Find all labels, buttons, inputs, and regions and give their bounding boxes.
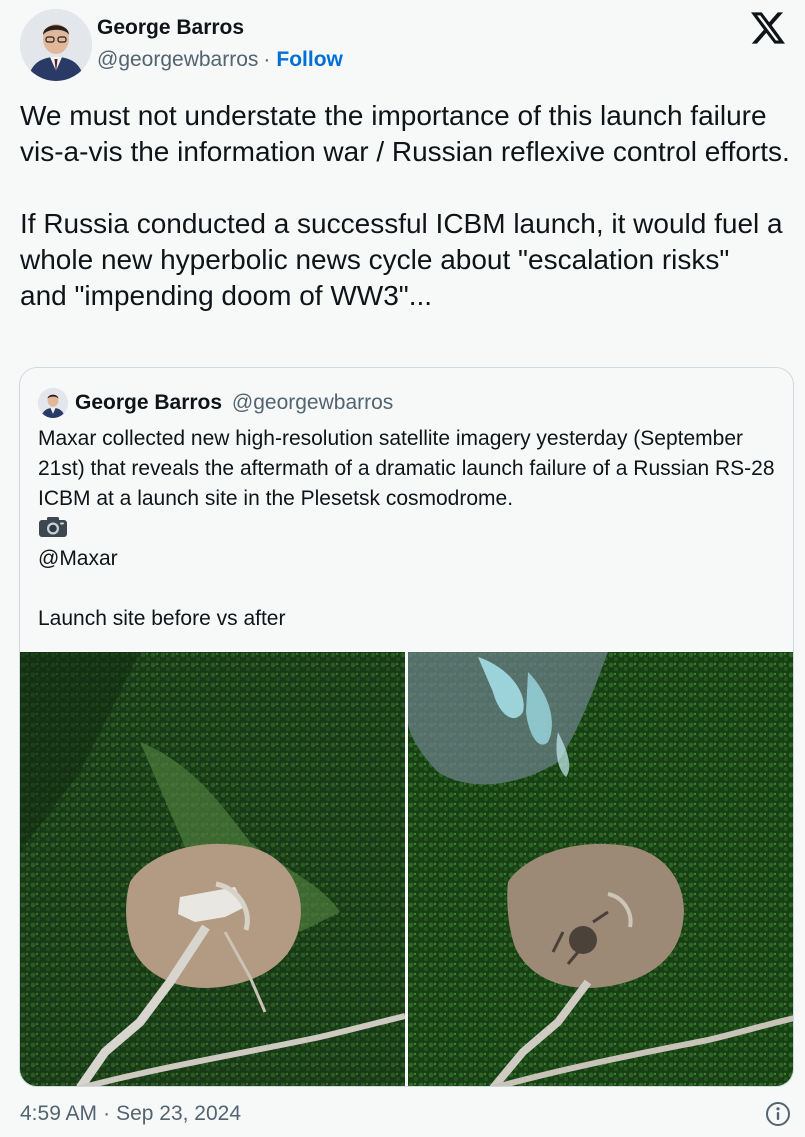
tweet-text: We must not understate the importance of… [20, 100, 790, 311]
tweet-time: 4:59 AM [20, 1102, 98, 1125]
quoted-author-avatar [38, 388, 68, 418]
info-icon[interactable] [765, 1101, 791, 1127]
camera-icon [38, 516, 68, 538]
author-display-name[interactable]: George Barros [97, 16, 343, 40]
quoted-media [20, 652, 793, 1086]
satellite-image-after[interactable] [408, 652, 793, 1086]
tweet-header: George Barros @georgewbarros · Follow [20, 8, 785, 81]
author-handle[interactable]: @georgewbarros [97, 48, 258, 71]
quoted-text-caption: Launch site before vs after [38, 607, 286, 630]
quoted-author-info: George Barros @georgewbarros [75, 389, 393, 417]
follow-button[interactable]: Follow [276, 48, 343, 71]
timestamp-separator: · [103, 1102, 111, 1125]
quoted-text-main: Maxar collected new high-resolution sate… [38, 427, 781, 510]
separator-dot: · [263, 48, 271, 71]
author-info: George Barros @georgewbarros · Follow [97, 16, 343, 74]
tweet-embed: George Barros @georgewbarros · Follow We m… [0, 0, 805, 1137]
satellite-image-before[interactable] [20, 652, 405, 1086]
tweet-timestamp[interactable]: 4:59 AM · Sep 23, 2024 [20, 1100, 241, 1128]
quoted-author-handle: @georgewbarros [231, 391, 394, 414]
author-handle-row: @georgewbarros · Follow [97, 46, 343, 74]
author-avatar[interactable] [20, 9, 92, 81]
quoted-author-name: George Barros [75, 391, 223, 414]
tweet-date: Sep 23, 2024 [116, 1102, 242, 1125]
quoted-tweet[interactable]: George Barros @georgewbarros Maxar colle… [19, 367, 794, 1087]
quoted-tweet-text: Maxar collected new high-resolution sate… [38, 424, 778, 634]
x-logo-icon[interactable] [751, 12, 785, 44]
quoted-text-credit[interactable]: @Maxar [38, 547, 118, 570]
